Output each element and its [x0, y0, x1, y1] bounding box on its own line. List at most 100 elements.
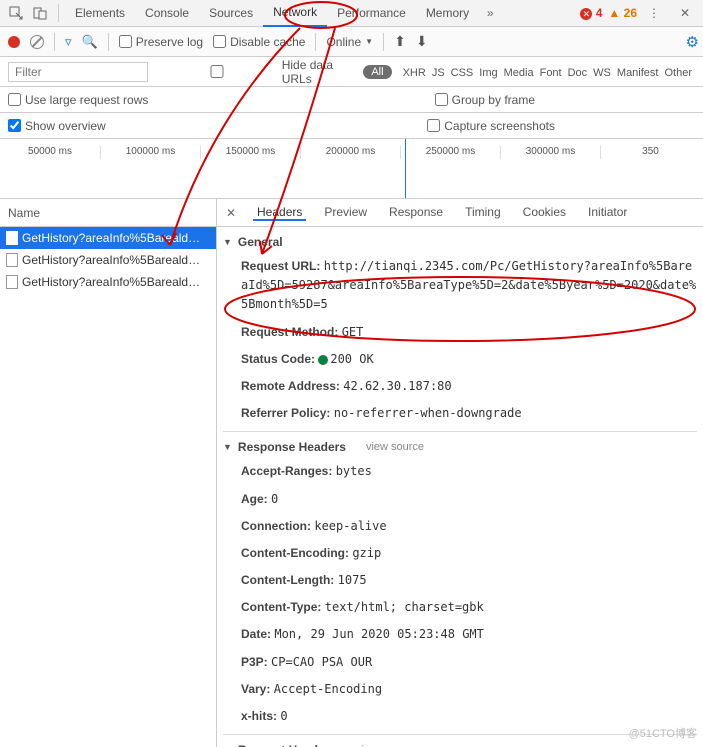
filter-type-xhr[interactable]: XHR: [400, 67, 429, 79]
subbar-divider: [54, 33, 55, 51]
tab-memory[interactable]: Memory: [416, 0, 479, 27]
download-har-icon[interactable]: ⬇: [416, 33, 428, 50]
detail-tab-initiator[interactable]: Initiator: [584, 205, 631, 221]
header-row: Age: 0: [223, 486, 697, 513]
filter-type-ws[interactable]: WS: [590, 67, 614, 79]
section-header[interactable]: ▼General: [223, 231, 697, 253]
view-source-link[interactable]: view source: [366, 441, 424, 453]
more-tabs-icon[interactable]: »: [479, 1, 503, 25]
capture-screenshots-checkbox[interactable]: Capture screenshots: [427, 119, 555, 133]
header-row: Request URL: http://tianqi.2345.com/Pc/G…: [223, 253, 697, 319]
header-key: Accept-Ranges:: [241, 464, 332, 478]
filter-type-other[interactable]: Other: [661, 67, 695, 79]
close-detail-icon[interactable]: ✕: [223, 206, 239, 220]
options-row-2: Show overview Capture screenshots: [0, 113, 703, 139]
timeline-tick: 350: [600, 146, 700, 159]
filter-type-doc[interactable]: Doc: [565, 67, 591, 79]
timeline-overview[interactable]: 50000 ms100000 ms150000 ms200000 ms25000…: [0, 139, 703, 199]
header-row: x-hits: 0: [223, 703, 697, 730]
device-toggle-icon[interactable]: [28, 1, 52, 25]
detail-tab-cookies[interactable]: Cookies: [519, 205, 570, 221]
section-header[interactable]: ▼Request Headersview source: [223, 739, 697, 747]
tab-elements[interactable]: Elements: [65, 0, 135, 27]
record-button[interactable]: [8, 36, 20, 48]
detail-tab-timing[interactable]: Timing: [461, 205, 505, 221]
header-value: 42.62.30.187:80: [343, 379, 451, 393]
header-key: Connection:: [241, 519, 311, 533]
detail-tab-headers[interactable]: Headers: [253, 205, 306, 221]
request-name: GetHistory?areaInfo%5Bareald…: [22, 253, 200, 267]
header-row: Content-Encoding: gzip: [223, 540, 697, 567]
request-row[interactable]: GetHistory?areaInfo%5Bareald…: [0, 271, 216, 293]
tab-performance[interactable]: Performance: [327, 0, 416, 27]
header-row: P3P: CP=CAO PSA OUR: [223, 649, 697, 676]
header-value: 0: [280, 709, 287, 723]
large-rows-checkbox[interactable]: Use large request rows: [8, 93, 148, 107]
timeline-tick: 100000 ms: [100, 146, 200, 159]
detail-tab-preview[interactable]: Preview: [320, 205, 371, 221]
settings-gear-icon[interactable]: ⚙: [686, 33, 699, 51]
section-title: Response Headers: [238, 440, 346, 454]
subbar-divider: [383, 33, 384, 51]
header-key: P3P:: [241, 655, 268, 669]
warning-badge[interactable]: ▲ 26: [608, 6, 637, 20]
timeline-tick: 250000 ms: [400, 146, 500, 159]
filter-toggle-icon[interactable]: ▿: [65, 34, 72, 50]
request-list-header[interactable]: Name: [0, 199, 216, 227]
header-row: Connection: keep-alive: [223, 513, 697, 540]
toolbar-right: ✕ 4 ▲ 26 ⋮ ✕: [580, 1, 697, 25]
document-icon: [6, 275, 18, 289]
header-key: Request Method:: [241, 325, 338, 339]
kebab-menu-icon[interactable]: ⋮: [643, 1, 667, 25]
toolbar-divider: [58, 4, 59, 22]
preserve-log-checkbox[interactable]: Preserve log: [119, 35, 203, 49]
filter-type-all[interactable]: All: [363, 65, 391, 79]
watermark: @51CTO博客: [629, 725, 697, 741]
upload-har-icon[interactable]: ⬆: [394, 33, 406, 50]
show-overview-checkbox[interactable]: Show overview: [8, 119, 106, 133]
header-key: Status Code:: [241, 352, 315, 366]
header-value: 1075: [338, 573, 367, 587]
tab-network[interactable]: Network: [263, 0, 327, 27]
request-name: GetHistory?areaInfo%5Bareald…: [22, 275, 200, 289]
header-value: bytes: [336, 464, 372, 478]
filter-type-js[interactable]: JS: [429, 67, 448, 79]
hide-data-urls-checkbox[interactable]: Hide data URLs: [156, 58, 355, 86]
inspect-icon[interactable]: [4, 1, 28, 25]
filter-type-manifest[interactable]: Manifest: [614, 67, 662, 79]
error-badge[interactable]: ✕ 4: [580, 6, 602, 20]
subbar-divider: [108, 33, 109, 51]
timeline-tick: 150000 ms: [200, 146, 300, 159]
filter-type-css[interactable]: CSS: [448, 67, 477, 79]
request-row[interactable]: GetHistory?areaInfo%5Bareald…: [0, 249, 216, 271]
timeline-tick: 200000 ms: [300, 146, 400, 159]
clear-button[interactable]: [30, 35, 44, 49]
tab-console[interactable]: Console: [135, 0, 199, 27]
header-row: Remote Address: 42.62.30.187:80: [223, 373, 697, 400]
disable-cache-checkbox[interactable]: Disable cache: [213, 35, 305, 49]
header-value: keep-alive: [314, 519, 386, 533]
request-row[interactable]: GetHistory?areaInfo%5Bareald…: [0, 227, 216, 249]
split-view: Name GetHistory?areaInfo%5Bareald… GetHis…: [0, 199, 703, 747]
header-row: Vary: Accept-Encoding: [223, 676, 697, 703]
search-icon[interactable]: 🔍: [82, 34, 98, 50]
detail-tab-response[interactable]: Response: [385, 205, 447, 221]
group-by-frame-checkbox[interactable]: Group by frame: [435, 93, 535, 107]
header-key: x-hits:: [241, 709, 277, 723]
filter-type-img[interactable]: Img: [476, 67, 500, 79]
toolbar-tabs: ElementsConsoleSourcesNetworkPerformance…: [65, 0, 479, 27]
throttling-dropdown[interactable]: Online ▼: [326, 35, 373, 49]
detail-scroll[interactable]: ▼GeneralRequest URL: http://tianqi.2345.…: [217, 227, 703, 747]
header-key: Content-Type:: [241, 600, 321, 614]
filter-type-font[interactable]: Font: [537, 67, 565, 79]
header-row: Referrer Policy: no-referrer-when-downgr…: [223, 400, 697, 427]
options-row-1: Use large request rows Group by frame: [0, 87, 703, 113]
filter-input[interactable]: [8, 62, 148, 82]
close-devtools-icon[interactable]: ✕: [673, 1, 697, 25]
section-header[interactable]: ▼Response Headersview source: [223, 436, 697, 458]
header-key: Age:: [241, 492, 268, 506]
filter-type-media[interactable]: Media: [501, 67, 537, 79]
header-row: Date: Mon, 29 Jun 2020 05:23:48 GMT: [223, 621, 697, 648]
filter-bar: Hide data URLs All XHRJSCSSImgMediaFontD…: [0, 57, 703, 87]
tab-sources[interactable]: Sources: [199, 0, 263, 27]
